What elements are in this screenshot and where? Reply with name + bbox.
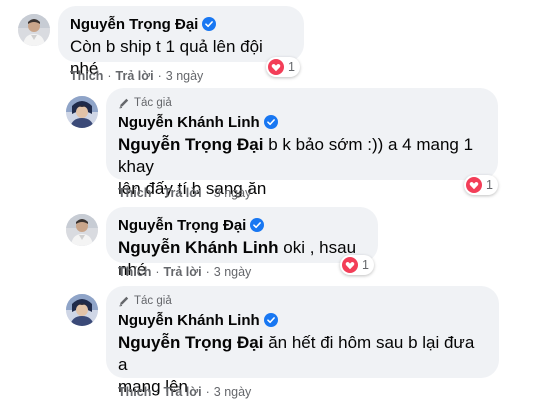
reply-button[interactable]: Trả lời xyxy=(164,265,202,279)
separator-dot: · xyxy=(107,69,112,83)
author-pen-icon xyxy=(118,97,130,109)
comment-actions: Thích · Trả lời · 3 ngày xyxy=(118,385,251,399)
reaction-count: 1 xyxy=(288,60,295,74)
verified-badge-icon xyxy=(202,17,217,31)
like-button[interactable]: Thích xyxy=(118,385,151,399)
comment-author[interactable]: Nguyễn Khánh Linh xyxy=(118,114,260,131)
heart-reaction-icon xyxy=(268,59,284,75)
mention-link[interactable]: Nguyễn Khánh Linh xyxy=(118,238,279,257)
like-button[interactable]: Thích xyxy=(70,69,103,83)
author-pen-icon xyxy=(118,295,130,307)
reply-button[interactable]: Trả lời xyxy=(164,186,202,200)
separator-dot: · xyxy=(205,186,210,200)
reply-button[interactable]: Trả lời xyxy=(116,69,154,83)
reaction-badge[interactable]: 1 xyxy=(266,57,300,77)
comment-bubble: Tác giả Nguyễn Khánh Linh Nguyễn Trọng Đ… xyxy=(106,286,499,396)
timestamp[interactable]: 3 ngày xyxy=(214,186,252,200)
separator-dot: · xyxy=(205,265,210,279)
timestamp[interactable]: 3 ngày xyxy=(214,385,252,399)
avatar[interactable] xyxy=(66,214,98,246)
reply-button[interactable]: Trả lời xyxy=(164,385,202,399)
reaction-count: 1 xyxy=(362,258,369,272)
avatar[interactable] xyxy=(66,96,98,128)
like-button[interactable]: Thích xyxy=(118,186,151,200)
avatar[interactable] xyxy=(18,14,50,46)
comment-author[interactable]: Nguyễn Khánh Linh xyxy=(118,312,260,329)
comment-bubble: Nguyễn Trọng Đại Còn b ship t 1 quả lên … xyxy=(58,6,304,78)
separator-dot: · xyxy=(205,385,210,399)
author-tag: Tác giả xyxy=(134,97,172,109)
verified-badge-icon xyxy=(263,313,278,327)
reaction-count: 1 xyxy=(486,178,493,192)
heart-reaction-icon xyxy=(466,177,482,193)
verified-badge-icon xyxy=(250,218,265,232)
author-tag: Tác giả xyxy=(134,295,172,307)
comment-bubble: Tác giả Nguyễn Khánh Linh Nguyễn Trọng Đ… xyxy=(106,88,498,198)
reaction-badge[interactable]: 1 xyxy=(464,175,498,195)
timestamp[interactable]: 3 ngày xyxy=(166,69,204,83)
reaction-badge[interactable]: 1 xyxy=(340,255,374,275)
separator-dot: · xyxy=(155,186,160,200)
comment-author[interactable]: Nguyễn Trọng Đại xyxy=(118,217,246,234)
mention-link[interactable]: Nguyễn Trọng Đại xyxy=(118,333,263,352)
heart-reaction-icon xyxy=(342,257,358,273)
verified-badge-icon xyxy=(263,115,278,129)
like-button[interactable]: Thích xyxy=(118,265,151,279)
separator-dot: · xyxy=(157,69,162,83)
comment-actions: Thích · Trả lời · 3 ngày xyxy=(118,265,251,279)
separator-dot: · xyxy=(155,265,160,279)
timestamp[interactable]: 3 ngày xyxy=(214,265,252,279)
comment-actions: Thích · Trả lời · 3 ngày xyxy=(70,69,203,83)
comment-actions: Thích · Trả lời · 3 ngày xyxy=(118,186,251,200)
avatar[interactable] xyxy=(66,294,98,326)
comment-bubble: Nguyễn Trọng Đại Nguyễn Khánh Linh oki ,… xyxy=(106,207,378,279)
separator-dot: · xyxy=(155,385,160,399)
comment-author[interactable]: Nguyễn Trọng Đại xyxy=(70,16,198,33)
mention-link[interactable]: Nguyễn Trọng Đại xyxy=(118,135,263,154)
